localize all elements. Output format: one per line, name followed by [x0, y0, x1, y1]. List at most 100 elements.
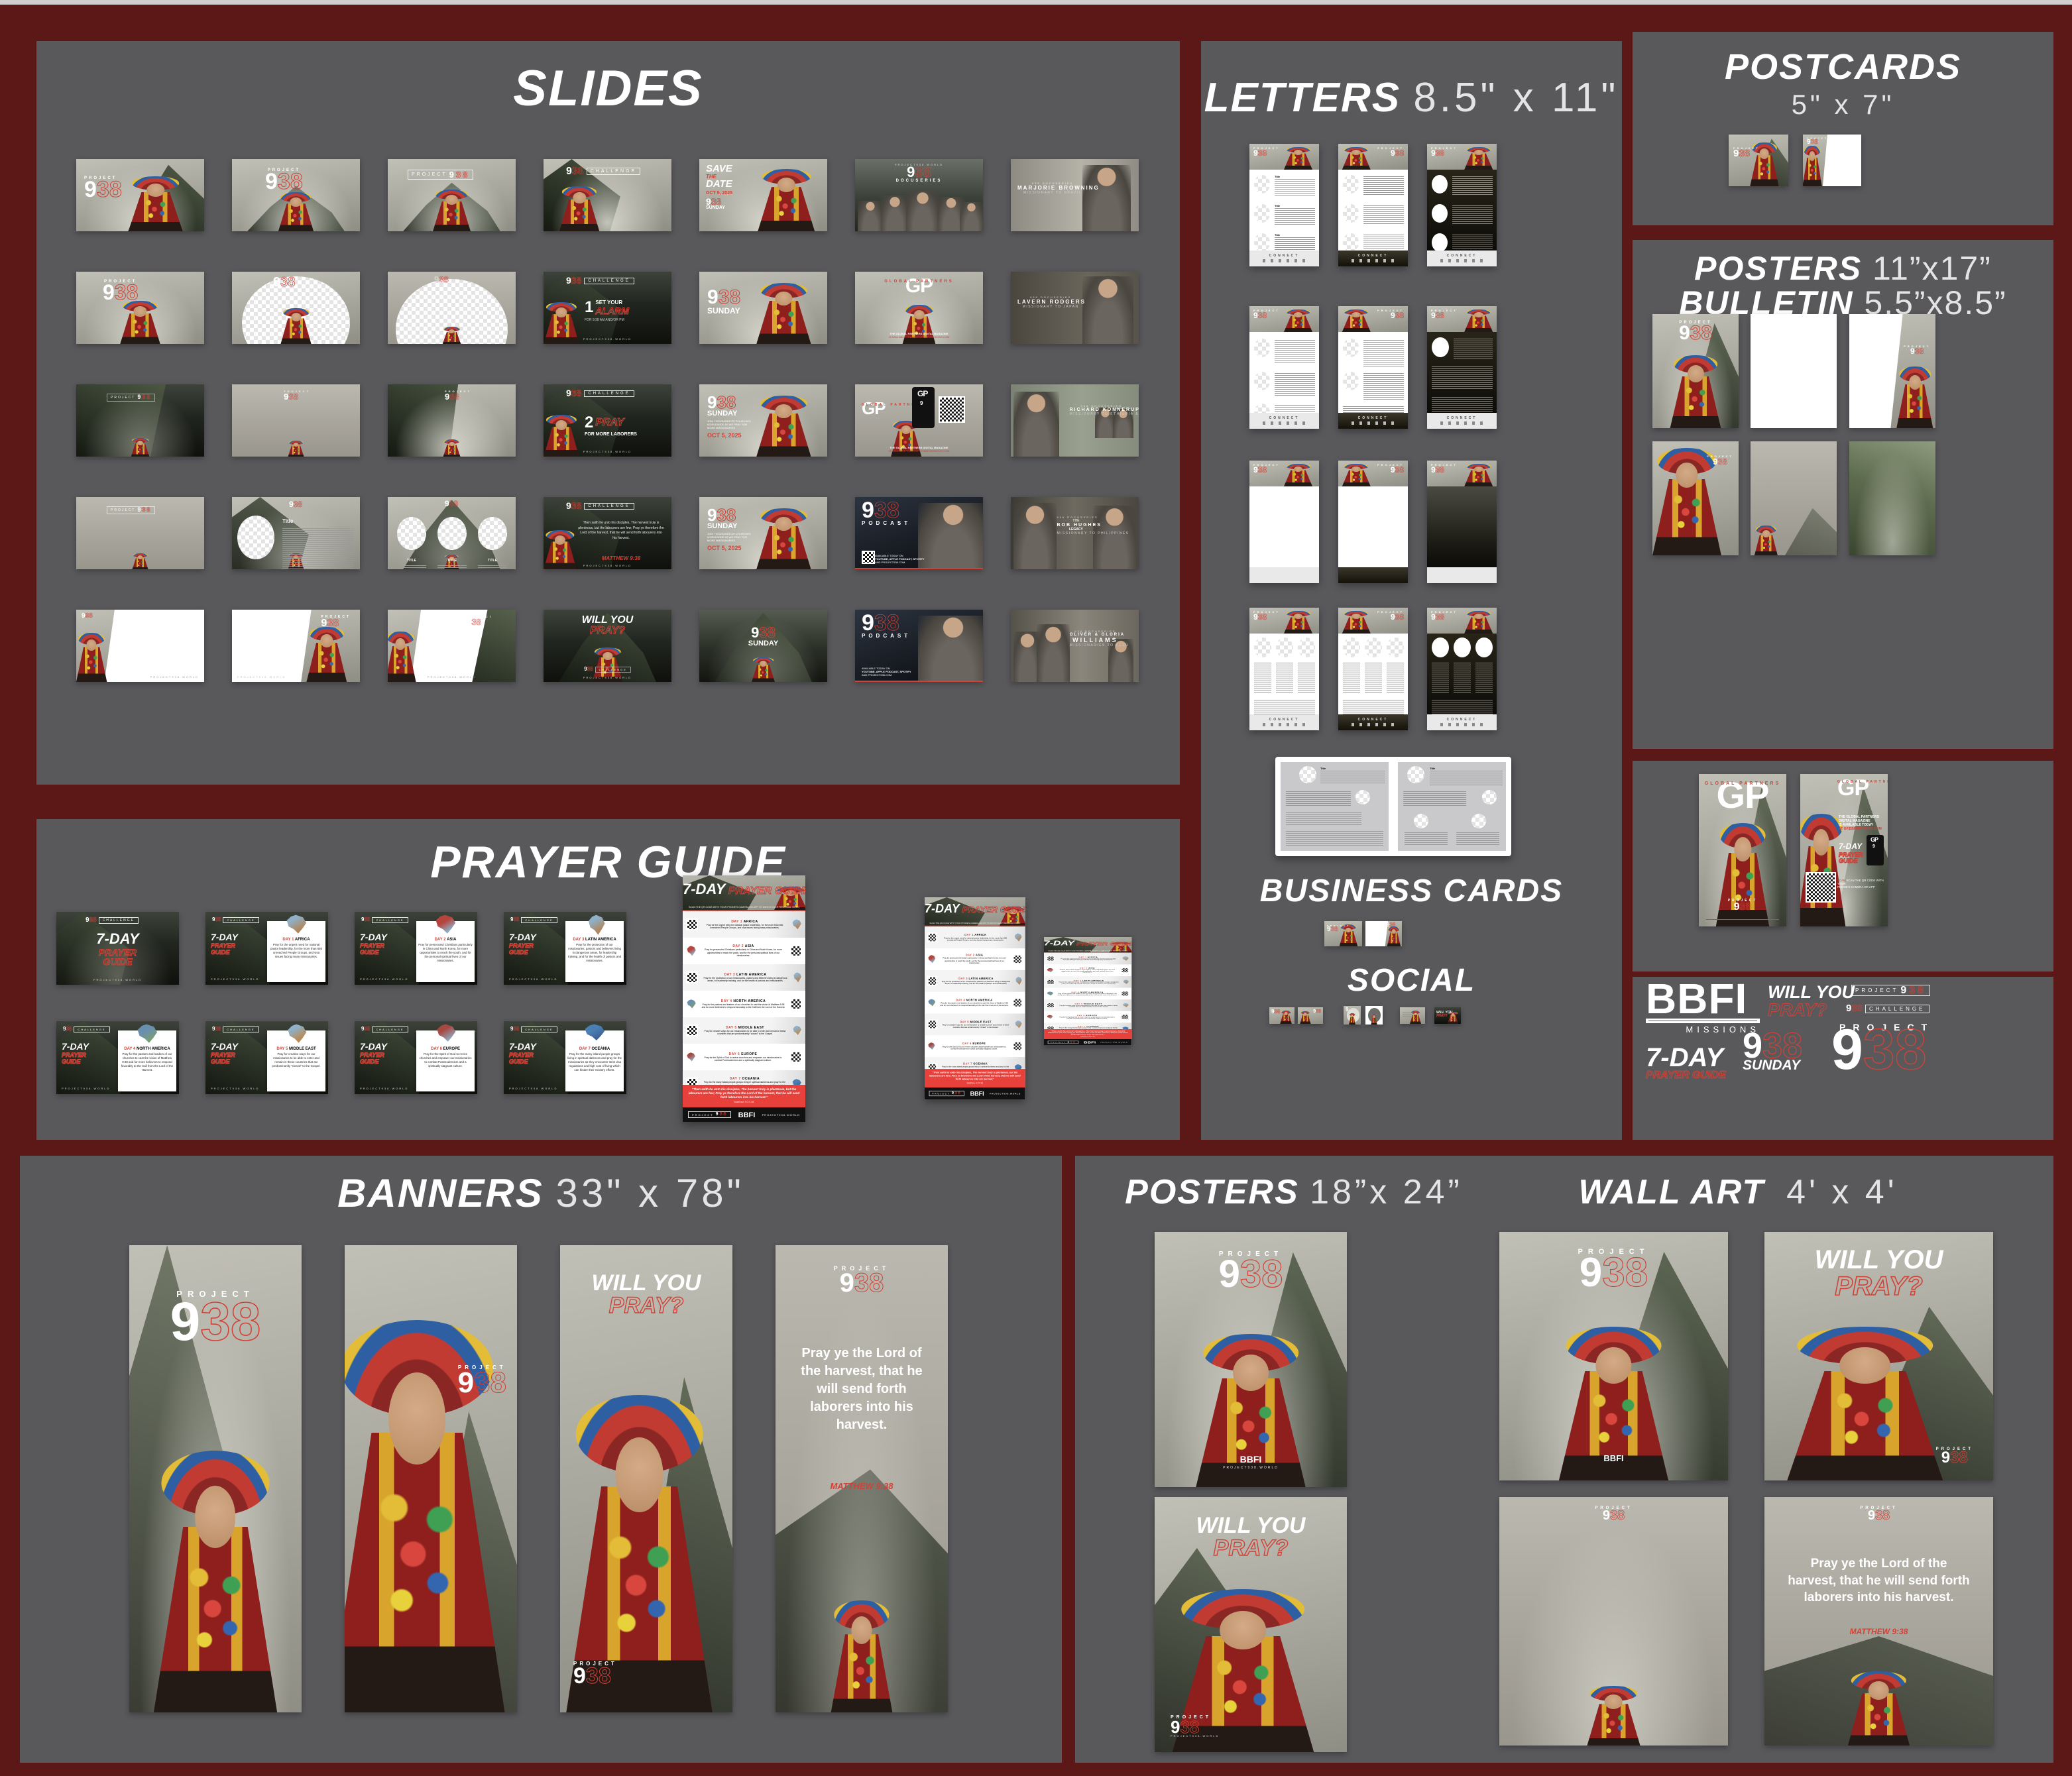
gp-cover-front[interactable]: GPGLOBAL PARTNERS PROJECT938 [1699, 774, 1786, 926]
social-thumbnail[interactable]: 938 [1269, 1007, 1295, 1024]
letter-thumbnail[interactable]: PROJECT938 CONNECT [1338, 306, 1408, 429]
poster-project938[interactable]: PROJECT938 [1652, 314, 1739, 428]
slide-938-sunday-date-2[interactable]: 938SUNDAY JOIN THOUSANDS OF CHURCHES WOR… [699, 497, 827, 569]
slide-938-docuseries-group[interactable]: PROJECT938.WORLD938DOCUSERIES [855, 159, 983, 231]
letter-thumbnail[interactable]: PROJECT938 CONNECT [1427, 306, 1497, 429]
letter-template-blank-dark-footer[interactable]: PROJECT938 [1338, 461, 1408, 583]
slide-challenge-1-set-your-alarm[interactable]: 938CHALLENGE 1 SET YOURALARM FOR 9:38 AM… [544, 272, 671, 344]
slide-project938-photo[interactable]: PROJECT938 [76, 159, 204, 231]
938-big-logo[interactable]: 938 [1831, 1026, 1927, 1074]
slide-938-sunday-dark[interactable]: 938SUNDAY [699, 610, 827, 682]
letter-thumbnail-ovals[interactable]: PROJECT938 CONNECT [1249, 608, 1319, 730]
prayer-card-day4[interactable]: 938CHALLENGE 7-DAYPRAYERGUIDE PROJECT938… [56, 1021, 179, 1094]
banner-girl-closeup[interactable]: PROJECT938 [345, 1245, 517, 1712]
slide-white-template-girl-left[interactable]: 938 PROJECT938.WORLD [76, 610, 204, 682]
business-card-sheet[interactable]: Title Title [1275, 757, 1511, 856]
poster-split-template[interactable]: PROJECT938 [1849, 314, 1935, 428]
poster-18x24-will-you-pray[interactable]: WILL YOUPRAY? PROJECT938PROJECT938.WORLD [1155, 1497, 1347, 1752]
prayer-guide-sheet-letter[interactable]: 7-DAY PRAYER GUIDE SCAN THE QR CODE WITH… [683, 875, 805, 1122]
slide-save-the-date[interactable]: SAVE THE DATE OCT 5, 2025 938 SUNDAY [699, 159, 827, 231]
bulletin-girl-closeup[interactable]: PROJECT938 [1652, 441, 1739, 555]
postcard-back[interactable]: PROJECT938 [1803, 135, 1861, 186]
slide-gp-magazine[interactable]: GPGLOBAL PARTNERS THE GLOBAL PARTNERS DI… [855, 272, 983, 344]
qr-code-icon [1806, 872, 1836, 903]
banner-verse[interactable]: PROJECT938 Pray ye the Lord of the harve… [776, 1245, 948, 1712]
slide-will-you-pray[interactable]: WILL YOUPRAY? 938CHALLENGE PROJECT938.WO… [544, 610, 671, 682]
slide-mist-938[interactable]: PROJECT938 [232, 384, 360, 457]
slide-docuseries-marjorie[interactable]: 938 DOCUSERIESMARJORIE BROWNINGMISSIONAR… [1011, 159, 1139, 231]
slide-white-template-split[interactable]: PROJECT938 PROJECT938.WORLD [388, 610, 516, 682]
prayer-guide-sheet-letter[interactable]: 7-DAY PRAYER GUIDE SCAN THE QR CODE WITH… [925, 897, 1025, 1099]
slide-challenge-matthew-938[interactable]: 938CHALLENGE Then saith he unto his disc… [544, 497, 671, 569]
slide-challenge-2-pray[interactable]: 938CHALLENGE 2PRAY FOR MORE LABORERS PRO… [544, 384, 671, 457]
girl-figure-icon [1387, 926, 1401, 946]
slide-project938-photo-2[interactable]: PROJECT938 [76, 272, 204, 344]
social-thumbnail[interactable]: WILL YOUPRAY? [1434, 1007, 1461, 1024]
slide-project938-boxed[interactable]: PROJECT938 [388, 159, 516, 231]
prayer-card-day1[interactable]: 938CHALLENGE 7-DAYPRAYERGUIDE PROJECT938… [205, 912, 328, 985]
social-thumbnail[interactable]: 938 [1298, 1007, 1323, 1024]
project-938-boxed-logo[interactable]: PROJECT938 [1851, 983, 1930, 996]
letter-template-blank[interactable]: PROJECT938 [1249, 461, 1319, 583]
wall-art-will-you-pray[interactable]: WILL YOUPRAY? PROJECT938 [1764, 1232, 1993, 1480]
938-sunday-logo[interactable]: 938 SUNDAY [1743, 1031, 1802, 1074]
poster-blank-template[interactable] [1751, 314, 1837, 428]
slide-docuseries-bob-hughes[interactable]: 938 DOCUSERIESTHEBOB HUGHESLEGACYMISSION… [1011, 497, 1139, 569]
letter-thumbnail-ovals-dark-footer[interactable]: PROJECT938 CONNECT [1338, 608, 1408, 730]
slide-docuseries-lavern[interactable]: 938 DOCUSERIESLAVERN RODGERSMISSIONARY T… [1011, 272, 1139, 344]
letter-template-dark-body[interactable]: PROJECT938 [1427, 461, 1497, 583]
slide-cutout-circle-1[interactable]: 938 [232, 272, 360, 344]
letter-thumbnail-ovals-dark[interactable]: PROJECT938 CONNECT [1427, 608, 1497, 730]
social-thumbnail-square[interactable]: 9 [1344, 1006, 1361, 1025]
wall-art-mist[interactable]: PROJECT938 [1499, 1497, 1728, 1746]
letter-thumbnail[interactable]: PROJECT938 CONNECT [1249, 306, 1319, 429]
slide-peak-938[interactable]: PROJECT938 [388, 384, 516, 457]
prayer-card-day7[interactable]: 938CHALLENGE 7-DAYPRAYERGUIDE PROJECT938… [504, 1021, 626, 1094]
slide-docuseries-williams[interactable]: 938 DOCUSERIESOLIVER & GLORIAWILLIAMSMIS… [1011, 610, 1139, 682]
social-thumbnail-square[interactable]: 9 [1365, 1006, 1383, 1025]
wall-art-verse[interactable]: PROJECT938 Pray ye the Lord of the harve… [1764, 1497, 1993, 1746]
prayer-card-day3[interactable]: 938CHALLENGE 7-DAYPRAYERGUIDE PROJECT938… [504, 912, 626, 985]
prayer-guide-sheet-letter[interactable]: 7-DAY PRAYER GUIDE SCAN THE QR CODE WITH… [1044, 937, 1131, 1046]
gp-cover-promo[interactable]: GPGLOBAL PARTNERS THE GLOBAL PARTNERS DI… [1800, 774, 1888, 926]
business-card-back[interactable]: 938 [1365, 921, 1402, 946]
slide-dark-mountain[interactable]: PROJECT938 [76, 384, 204, 457]
slide-938-podcast-2[interactable]: 938PODCAST AVAILABLE TODAY ONYOUTUBE, AP… [855, 610, 983, 682]
slide-938-sunday[interactable]: 938SUNDAY [699, 272, 827, 344]
slide-gp-qr[interactable]: GPGLOBAL PARTNERS GP9 THE GLOBAL PARTNER… [855, 384, 983, 457]
prayer-card-cover[interactable]: 938CHALLENGE 7-DAY PRAYER GUIDE PROJECT9… [56, 912, 179, 985]
bulletin-mist-template[interactable] [1751, 441, 1837, 555]
qr-code-icon [686, 971, 698, 983]
letter-thumbnail[interactable]: PROJECT938 CONNECT [1427, 144, 1497, 266]
region-map-icon [1047, 991, 1054, 995]
slide-project938-center[interactable]: PROJECT938 [232, 159, 360, 231]
slide-white-template-girl-right[interactable]: PROJECT938 PROJECT938.WORLD [232, 610, 360, 682]
slide-938-challenge[interactable]: 938CHALLENGE [544, 159, 671, 231]
prayer-card-day6[interactable]: 938CHALLENGE 7-DAYPRAYERGUIDE PROJECT938… [355, 1021, 477, 1094]
slide-title-template[interactable]: 938 Title [232, 497, 360, 569]
postcard-front[interactable]: PROJECT938 [1729, 135, 1788, 186]
letter-thumbnail[interactable]: PROJECT938 TitleTitleTitle CONNECT [1249, 144, 1319, 266]
7-day-prayer-guide-logo[interactable]: 7-DAY PRAYER GUIDE [1646, 1046, 1726, 1082]
slide-three-titles-template[interactable]: 938 TITLE TITLE TITLE [388, 497, 516, 569]
banner-project938[interactable]: PROJECT938 [129, 1245, 302, 1712]
prayer-card-day2[interactable]: 938CHALLENGE 7-DAYPRAYERGUIDE PROJECT938… [355, 912, 477, 985]
phone-mockup: GP9 [1867, 835, 1884, 865]
business-card-front[interactable]: PROJECT938 [1324, 921, 1362, 946]
letter-thumbnail[interactable]: PROJECT938 CONNECT [1338, 144, 1408, 266]
banner-will-you-pray[interactable]: WILL YOUPRAY? PROJECT938 [560, 1245, 732, 1712]
will-you-pray-logo[interactable]: WILL YOUPRAY? [1768, 983, 1855, 1019]
social-thumbnail[interactable] [1400, 1007, 1425, 1024]
slide-938-sunday-date[interactable]: 938SUNDAY JOIN THOUSANDS OF CHURCHES WOR… [699, 384, 827, 457]
wall-art-project938[interactable]: PROJECT938 BBFI [1499, 1232, 1728, 1480]
slide-938-podcast[interactable]: 938PODCAST AVAILABLE TODAY ONYOUTUBE, AP… [855, 497, 983, 569]
slide-mist-project938[interactable]: PROJECT938 [76, 497, 204, 569]
region-map-icon [1122, 1003, 1129, 1008]
slide-docuseries-richard[interactable]: 938 DOCUSERIESRICHARD KONNERUPMISSIONARY… [1011, 384, 1139, 457]
girl-figure-icon [1753, 526, 1779, 555]
poster-18x24-project938[interactable]: PROJECT938 BBFIPROJECT938.WORLD [1155, 1232, 1347, 1487]
slide-cutout-circle-2[interactable]: 938 [388, 272, 516, 344]
prayer-card-day5[interactable]: 938CHALLENGE 7-DAYPRAYERGUIDE PROJECT938… [205, 1021, 328, 1094]
938-challenge-logo[interactable]: 938CHALLENGE [1846, 1005, 1929, 1013]
bulletin-mountainside[interactable] [1849, 441, 1935, 555]
